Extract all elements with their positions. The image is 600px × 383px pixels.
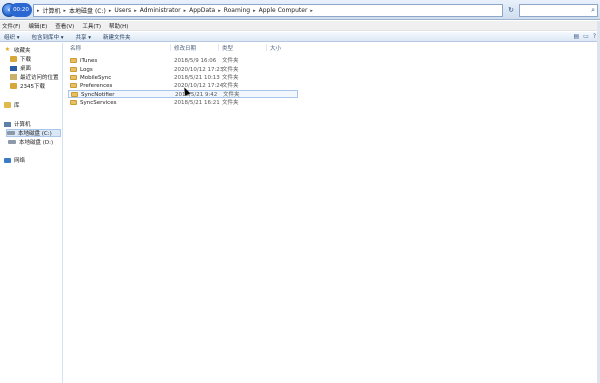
- address-bar: ‹ 00:20 ▸ 计算机 ▸ 本地磁盘 (C:) ▸ Users ▸ Admi…: [0, 0, 600, 20]
- table-row[interactable]: iTunes 2018/5/9 16:06 文件夹: [68, 57, 298, 65]
- folder-icon: [70, 58, 77, 63]
- folder-icon: [70, 83, 77, 88]
- column-header-name[interactable]: 名称: [70, 44, 81, 52]
- file-name: Logs: [80, 67, 93, 73]
- menu-help[interactable]: 帮助(H): [109, 22, 128, 30]
- folder-icon: [71, 92, 78, 97]
- chevron-right-icon: ▸: [63, 7, 67, 14]
- chevron-right-icon: ▸: [108, 7, 112, 14]
- menu-edit[interactable]: 编辑(E): [28, 22, 47, 30]
- folder-icon: [10, 83, 17, 89]
- refresh-icon[interactable]: ↻: [506, 4, 516, 17]
- sidebar-item-label: 下载: [20, 57, 32, 63]
- sidebar-item-network[interactable]: 网络: [4, 156, 67, 164]
- file-type: 文件夹: [222, 67, 239, 73]
- file-name: MobileSync: [80, 75, 112, 81]
- computer-icon: [4, 121, 11, 127]
- folder-icon: [70, 67, 77, 72]
- navigation-pane: ★ 收藏夹 下载 桌面 最近访问的位置 2345下载 库 计算机 本地磁盘 (C…: [0, 43, 63, 383]
- file-type: 文件夹: [223, 92, 240, 98]
- sidebar-item-label: 计算机: [14, 122, 31, 128]
- view-options-icon[interactable]: ▤: [573, 33, 579, 40]
- file-name: SyncNotifier: [81, 92, 115, 98]
- breadcrumb-item[interactable]: Administrator: [140, 7, 181, 14]
- file-list: 名称 修改日期 类型 大小 iTunes 2018/5/9 16:06 文件夹 …: [64, 43, 600, 383]
- organize-button[interactable]: 组织 ▾: [4, 33, 20, 41]
- share-button[interactable]: 共享 ▾: [76, 33, 92, 41]
- column-divider[interactable]: [170, 44, 171, 51]
- file-name: Preferences: [80, 83, 113, 89]
- sidebar-item-label: 网络: [14, 158, 26, 164]
- table-row[interactable]: SyncServices 2018/5/21 16:21 文件夹: [68, 99, 298, 107]
- address-field[interactable]: ▸ 计算机 ▸ 本地磁盘 (C:) ▸ Users ▸ Administrato…: [33, 4, 503, 17]
- breadcrumb-item[interactable]: Roaming: [224, 7, 250, 14]
- network-icon: [4, 157, 11, 163]
- desktop-icon: [10, 65, 17, 71]
- menu-file[interactable]: 文件(F): [2, 22, 20, 30]
- preview-pane-icon[interactable]: ▭: [583, 33, 589, 40]
- sidebar-item-drive-d[interactable]: 本地磁盘 (D:): [8, 138, 71, 146]
- table-row[interactable]: MobileSync 2018/5/21 10:13 文件夹: [68, 74, 298, 82]
- file-type: 文件夹: [222, 58, 239, 64]
- sidebar-item-computer[interactable]: 计算机: [4, 120, 67, 128]
- menu-bar: 文件(F) 编辑(E) 查看(V) 工具(T) 帮助(H): [0, 21, 600, 31]
- file-modified: 2018/5/21 9:42: [175, 92, 218, 98]
- chevron-right-icon: ▸: [183, 7, 187, 14]
- sidebar-item-label: 2345下载: [20, 84, 45, 90]
- breadcrumb-item[interactable]: AppData: [189, 7, 215, 14]
- command-toolbar: 组织 ▾ 包含到库中 ▾ 共享 ▾ 新建文件夹 ▤ ▭ ?: [0, 32, 600, 42]
- table-row[interactable]: Logs 2020/10/12 17:23 文件夹: [68, 66, 298, 74]
- recent-places-icon: [10, 74, 17, 80]
- file-name: iTunes: [80, 58, 98, 64]
- menu-view[interactable]: 查看(V): [55, 22, 74, 30]
- file-name: SyncServices: [80, 100, 117, 106]
- breadcrumb-item[interactable]: Apple Computer: [259, 7, 308, 14]
- search-input[interactable]: ⌕: [519, 4, 598, 17]
- folder-icon: [70, 75, 77, 80]
- time-badge: 00:20: [10, 3, 32, 17]
- sidebar-item-label: 本地磁盘 (D:): [19, 140, 54, 146]
- sidebar-item-label: 桌面: [20, 66, 32, 72]
- menu-tools[interactable]: 工具(T): [82, 22, 101, 30]
- sidebar-item-label: 本地磁盘 (C:): [18, 131, 52, 137]
- sidebar-item-drive-c[interactable]: 本地磁盘 (C:): [6, 129, 61, 137]
- breadcrumb-item[interactable]: Users: [114, 7, 131, 14]
- chevron-right-icon: ▸: [310, 7, 313, 14]
- breadcrumb-item[interactable]: 本地磁盘 (C:): [69, 6, 106, 15]
- column-header-type[interactable]: 类型: [222, 44, 233, 52]
- chevron-right-icon: ▸: [218, 7, 221, 14]
- sidebar-item-label: 最近访问的位置: [20, 75, 59, 81]
- file-type: 文件夹: [222, 83, 239, 89]
- column-header-modified[interactable]: 修改日期: [174, 44, 196, 52]
- column-divider[interactable]: [266, 44, 267, 51]
- help-icon[interactable]: ?: [593, 33, 596, 40]
- hard-drive-icon: [7, 131, 15, 135]
- column-divider[interactable]: [218, 44, 219, 51]
- file-modified: 2018/5/21 16:21: [174, 100, 220, 106]
- sidebar-item-label: 库: [14, 103, 20, 109]
- sidebar-item-label: 收藏夹: [14, 48, 31, 54]
- sidebar-item-libraries[interactable]: 库: [4, 101, 67, 109]
- file-type: 文件夹: [222, 75, 239, 81]
- file-type: 文件夹: [222, 100, 239, 106]
- sidebar-item-favorites[interactable]: ★ 收藏夹: [4, 46, 67, 55]
- chevron-right-icon: ▸: [253, 7, 256, 14]
- chevron-right-icon: ▸: [134, 7, 137, 14]
- search-icon: ⌕: [591, 6, 595, 14]
- new-folder-button[interactable]: 新建文件夹: [103, 33, 131, 41]
- column-header-size[interactable]: 大小: [270, 44, 281, 52]
- library-icon: [4, 102, 11, 108]
- chevron-right-icon: ▸: [37, 7, 40, 14]
- file-modified: 2018/5/9 16:06: [174, 58, 217, 64]
- file-modified: 2018/5/21 10:13: [174, 75, 220, 81]
- breadcrumb-item[interactable]: 计算机: [43, 6, 61, 15]
- file-modified: 2020/10/12 17:23: [174, 67, 224, 73]
- folder-icon: [70, 100, 77, 105]
- downloads-folder-icon: [10, 56, 17, 62]
- star-icon: ★: [4, 46, 11, 53]
- include-in-library-button[interactable]: 包含到库中 ▾: [32, 33, 64, 41]
- hard-drive-icon: [8, 140, 16, 144]
